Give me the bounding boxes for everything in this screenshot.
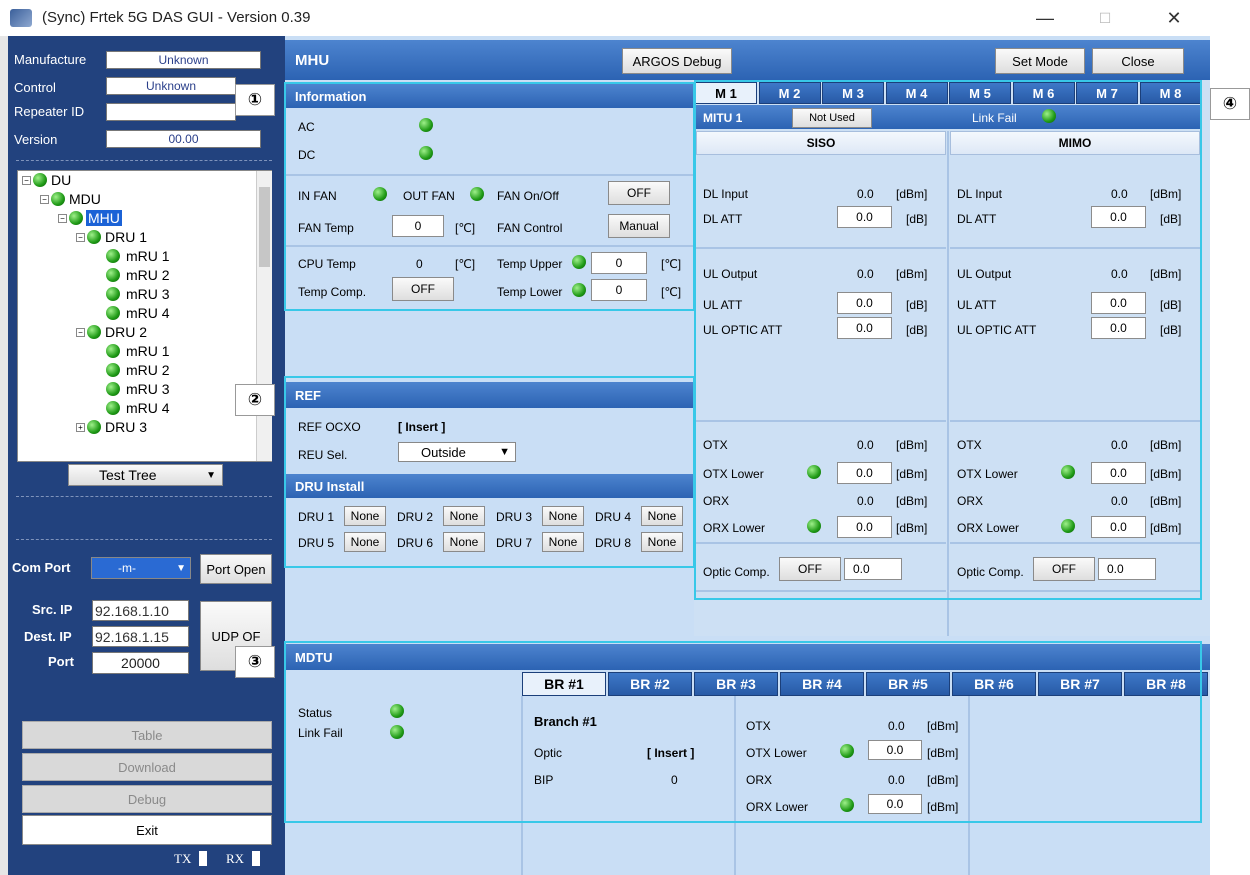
tree-scrollbar[interactable]	[256, 171, 272, 461]
argos-debug-button[interactable]: ARGOS Debug	[622, 48, 732, 74]
tree-node-dru1[interactable]: DRU 1	[105, 229, 147, 245]
status-led-icon	[106, 249, 120, 263]
status-led-icon	[106, 382, 120, 396]
app-icon	[10, 9, 32, 27]
page-title: MHU	[295, 51, 330, 69]
status-led-icon	[106, 344, 120, 358]
manufacture-label: Manufacture	[14, 52, 87, 67]
minimize-icon[interactable]: —	[1018, 0, 1072, 36]
tree-node-mru[interactable]: mRU 2	[126, 362, 170, 378]
com-port-label: Com Port	[12, 560, 71, 575]
tree-node-mdu[interactable]: MDU	[69, 191, 101, 207]
status-led-icon	[87, 325, 101, 339]
version-field: 00.00	[106, 130, 261, 148]
tree-node-du[interactable]: DU	[51, 172, 71, 188]
close-button[interactable]: Close	[1092, 48, 1184, 74]
control-field: Unknown	[106, 77, 236, 95]
tree-node-mru[interactable]: mRU 1	[126, 248, 170, 264]
marker-3: ③	[235, 646, 275, 678]
com-port-select[interactable]: -m- ▼	[91, 557, 191, 579]
tree-node-mhu[interactable]: MHU	[86, 210, 122, 226]
collapse-icon[interactable]: −	[76, 327, 85, 337]
src-ip-label: Src. IP	[32, 602, 73, 617]
repeater-id-label: Repeater ID	[14, 104, 85, 119]
control-label: Control	[14, 80, 56, 95]
status-led-icon	[106, 287, 120, 301]
collapse-icon[interactable]: −	[22, 175, 31, 185]
repeater-id-field	[106, 103, 236, 121]
com-port-value: -m-	[118, 561, 136, 575]
divider	[16, 160, 272, 161]
set-mode-button[interactable]: Set Mode	[995, 48, 1085, 74]
rx-indicator	[252, 851, 260, 866]
dest-ip-field[interactable]: 92.168.1.15	[92, 626, 189, 647]
scroll-thumb[interactable]	[259, 187, 270, 267]
chevron-down-icon: ▼	[206, 469, 216, 481]
marker-2: ②	[235, 384, 275, 416]
divider	[16, 496, 272, 497]
status-led-icon	[69, 211, 83, 225]
device-tree[interactable]: − DU − MDU − MHU − DRU 1 mRU 1 mRU 2 mRU 3 m…	[17, 170, 272, 462]
expand-icon[interactable]: +	[76, 422, 85, 432]
tree-node-mru[interactable]: mRU 1	[126, 343, 170, 359]
table-button[interactable]: Table	[22, 721, 272, 749]
tree-node-mru[interactable]: mRU 3	[126, 381, 170, 397]
marker-4: ④	[1210, 88, 1250, 120]
marker-1: ①	[235, 84, 275, 116]
window-margin	[1210, 36, 1250, 875]
tree-node-mru[interactable]: mRU 3	[126, 286, 170, 302]
maximize-icon[interactable]: ☐	[1078, 0, 1132, 36]
tree-node-dru3[interactable]: DRU 3	[105, 419, 147, 435]
exit-button[interactable]: Exit	[22, 815, 272, 845]
highlight-box-3	[284, 641, 1202, 823]
status-led-icon	[51, 192, 65, 206]
left-panel: Manufacture Unknown Control Unknown Repe…	[8, 36, 285, 875]
window-title: (Sync) Frtek 5G DAS GUI - Version 0.39	[42, 9, 311, 26]
tree-node-dru2[interactable]: DRU 2	[105, 324, 147, 340]
status-led-icon	[106, 363, 120, 377]
status-led-icon	[106, 401, 120, 415]
tree-select-dropdown[interactable]: Test Tree ▼	[68, 464, 223, 486]
tx-indicator	[199, 851, 207, 866]
status-led-icon	[33, 173, 47, 187]
tree-select-value: Test Tree	[99, 467, 157, 483]
tx-label: TX	[174, 851, 192, 866]
dest-ip-label: Dest. IP	[24, 629, 72, 644]
port-open-button[interactable]: Port Open	[200, 554, 272, 584]
status-led-icon	[106, 268, 120, 282]
tree-node-mru[interactable]: mRU 2	[126, 267, 170, 283]
status-led-icon	[106, 306, 120, 320]
highlight-box-1	[284, 82, 695, 311]
title-bar: (Sync) Frtek 5G DAS GUI - Version 0.39 —…	[0, 0, 1250, 36]
collapse-icon[interactable]: −	[40, 194, 49, 204]
tree-node-mru[interactable]: mRU 4	[126, 305, 170, 321]
debug-button[interactable]: Debug	[22, 785, 272, 813]
highlight-box-2	[284, 376, 695, 568]
status-led-icon	[87, 420, 101, 434]
version-label: Version	[14, 132, 58, 147]
tree-node-mru[interactable]: mRU 4	[126, 400, 170, 416]
port-field[interactable]: 20000	[92, 652, 189, 674]
chevron-down-icon: ▼	[176, 562, 186, 574]
close-icon[interactable]: ✕	[1147, 0, 1201, 36]
manufacture-field: Unknown	[106, 51, 261, 69]
rx-label: RX	[226, 851, 245, 866]
download-button[interactable]: Download	[22, 753, 272, 781]
divider	[16, 539, 272, 540]
status-led-icon	[87, 230, 101, 244]
collapse-icon[interactable]: −	[76, 232, 85, 242]
collapse-icon[interactable]: −	[58, 213, 67, 223]
highlight-box-4	[694, 80, 1202, 600]
window-frame	[0, 36, 8, 875]
port-label: Port	[48, 654, 74, 669]
src-ip-field[interactable]: 92.168.1.10	[92, 600, 189, 621]
